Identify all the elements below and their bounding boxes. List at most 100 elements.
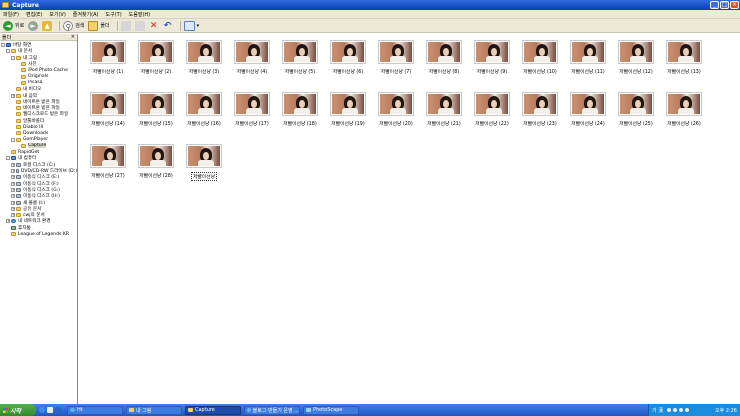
file-name: 저빨이선냥 (14) (91, 122, 125, 127)
media-player-icon[interactable] (55, 407, 61, 413)
collapse-icon[interactable]: - (11, 55, 15, 60)
file-thumbnail[interactable]: 저빨이선냥 (5) (276, 40, 324, 92)
menu-tools[interactable]: 도구(T) (106, 11, 122, 18)
volume-tray-icon[interactable] (673, 408, 678, 412)
title-bar[interactable]: Capture _ □ × (0, 0, 740, 10)
photo-thumbnail-image (428, 94, 460, 114)
back-button[interactable]: ◄ 뒤로 (3, 20, 24, 31)
file-thumbnail[interactable]: 저빨이선냥 (1) (84, 40, 132, 92)
taskbar-button[interactable]: Capture (185, 405, 241, 415)
file-thumbnail[interactable]: 저빨이선냥 (4) (228, 40, 276, 92)
search-button[interactable]: ⚲ 검색 (63, 20, 84, 31)
file-thumbnail[interactable]: 저빨이선냥 (180, 144, 228, 196)
photoscape-icon (306, 408, 311, 412)
file-thumbnail[interactable]: 저빨이선냥 (28) (132, 144, 180, 196)
messenger-tray-icon[interactable] (679, 408, 684, 412)
start-button[interactable]: 시작 (0, 404, 36, 416)
expand-icon[interactable]: + (11, 187, 15, 192)
menu-help[interactable]: 도움말(H) (129, 11, 150, 18)
collapse-icon[interactable]: - (1, 43, 5, 48)
file-thumbnail[interactable]: 저빨이선냥 (27) (84, 144, 132, 196)
copy-to-button[interactable] (134, 20, 145, 31)
close-button[interactable]: × (730, 1, 739, 9)
network-tray-icon[interactable] (667, 408, 672, 412)
file-thumbnail[interactable]: 저빨이선냥 (19) (324, 92, 372, 144)
menu-edit[interactable]: 편집(E) (26, 11, 42, 18)
expand-icon[interactable]: + (11, 213, 15, 218)
file-thumbnail[interactable]: 저빨이선냥 (8) (420, 40, 468, 92)
forward-button[interactable]: ► (28, 20, 39, 31)
photo-face (299, 48, 305, 56)
file-thumbnail[interactable]: 저빨이선냥 (15) (132, 92, 180, 144)
taskbar-button[interactable]: 내 그림 (126, 405, 182, 415)
collapse-icon[interactable]: - (6, 156, 10, 161)
thumbnail-frame (570, 92, 606, 116)
file-name: 저빨이선냥 (13) (667, 70, 701, 75)
file-name: 저빨이선냥 (11) (571, 70, 605, 75)
file-thumbnail[interactable]: 저빨이선냥 (16) (180, 92, 228, 144)
file-thumbnail[interactable]: 저빨이선냥 (26) (660, 92, 708, 144)
file-thumbnail[interactable]: 저빨이선냥 (21) (420, 92, 468, 144)
file-thumbnail[interactable]: 저빨이선냥 (18) (276, 92, 324, 144)
ime-indicator[interactable]: 가 漢 (652, 407, 663, 414)
expand-icon[interactable]: + (11, 175, 15, 180)
taskbar-button[interactable]: PhotoScape (303, 405, 359, 415)
tree-item-label: 공유 문서 (23, 206, 42, 212)
drive-icon (16, 162, 21, 167)
tree-item-label: 이동식 디스크 (E:) (23, 175, 60, 181)
show-desktop-icon[interactable] (47, 407, 53, 413)
menu-favorites[interactable]: 즐겨찾기(A) (73, 11, 99, 18)
file-thumbnail[interactable]: 저빨이선냥 (11) (564, 40, 612, 92)
taskbar-button[interactable]: 블로그 만들기 운영 ... (244, 405, 300, 415)
file-thumbnail[interactable]: 저빨이선냥 (10) (516, 40, 564, 92)
taskbar-button-label: Ht (77, 407, 83, 413)
menu-view[interactable]: 보기(V) (49, 11, 66, 18)
file-thumbnail[interactable]: 저빨이선냥 (20) (372, 92, 420, 144)
expand-icon[interactable]: + (11, 194, 15, 199)
views-button[interactable]: ▾ (183, 20, 199, 31)
expand-icon[interactable]: + (11, 169, 15, 174)
file-thumbnail[interactable]: 저빨이선냥 (22) (468, 92, 516, 144)
undo-button[interactable]: ↶ (163, 21, 173, 31)
minimize-button[interactable]: _ (710, 1, 719, 9)
expand-icon[interactable]: + (6, 219, 10, 224)
tree-item-label: 알툴바폴더 (23, 118, 45, 124)
collapse-icon[interactable]: - (11, 137, 15, 142)
move-to-button[interactable] (120, 20, 131, 31)
file-thumbnail[interactable]: 저빨이선냥 (13) (660, 40, 708, 92)
menu-file[interactable]: 파일(F) (3, 11, 19, 18)
file-thumbnail[interactable]: 저빨이선냥 (12) (612, 40, 660, 92)
security-tray-icon[interactable] (685, 408, 690, 412)
folders-button[interactable]: 폴더 (88, 20, 110, 31)
internet-explorer-icon[interactable] (39, 407, 45, 413)
taskbar-button[interactable]: Ht (67, 405, 123, 415)
file-thumbnail[interactable]: 저빨이선냥 (25) (612, 92, 660, 144)
delete-button[interactable]: ✕ (149, 21, 159, 31)
photo-thumbnail-image (668, 42, 700, 62)
up-button[interactable]: ▲ (42, 20, 53, 31)
file-thumbnail[interactable]: 저빨이선냥 (17) (228, 92, 276, 144)
file-thumbnail[interactable]: 저빨이선냥 (14) (84, 92, 132, 144)
file-thumbnail[interactable]: 저빨이선냥 (7) (372, 40, 420, 92)
system-tray: 가 漢 오후 2:26 (648, 404, 740, 416)
file-thumbnail[interactable]: 저빨이선냥 (3) (180, 40, 228, 92)
tree-item[interactable]: League of Legends KR (0, 231, 77, 237)
photo-body (534, 108, 550, 114)
file-thumbnail[interactable]: 저빨이선냥 (2) (132, 40, 180, 92)
collapse-icon[interactable]: - (6, 49, 10, 54)
expand-icon[interactable]: + (11, 162, 15, 167)
file-thumbnail[interactable]: 저빨이선냥 (24) (564, 92, 612, 144)
photo-face (155, 100, 161, 108)
expand-icon[interactable]: + (11, 93, 15, 98)
maximize-button[interactable]: □ (720, 1, 729, 9)
expand-icon[interactable]: + (11, 200, 15, 205)
photo-thumbnail-image (476, 42, 508, 62)
file-thumbnail[interactable]: 저빨이선냥 (23) (516, 92, 564, 144)
expand-icon[interactable]: + (11, 206, 15, 211)
file-view[interactable]: 저빨이선냥 (1) 저빨이선냥 (2) 저빨이선냥 (3) 저빨이선냥 (4) 저빨이선… (79, 34, 740, 404)
close-pane-icon[interactable]: × (71, 34, 75, 40)
expand-icon[interactable]: + (11, 181, 15, 186)
file-thumbnail[interactable]: 저빨이선냥 (6) (324, 40, 372, 92)
tree-item-label: 새 볼륨 (I:) (23, 200, 46, 206)
file-thumbnail[interactable]: 저빨이선냥 (9) (468, 40, 516, 92)
